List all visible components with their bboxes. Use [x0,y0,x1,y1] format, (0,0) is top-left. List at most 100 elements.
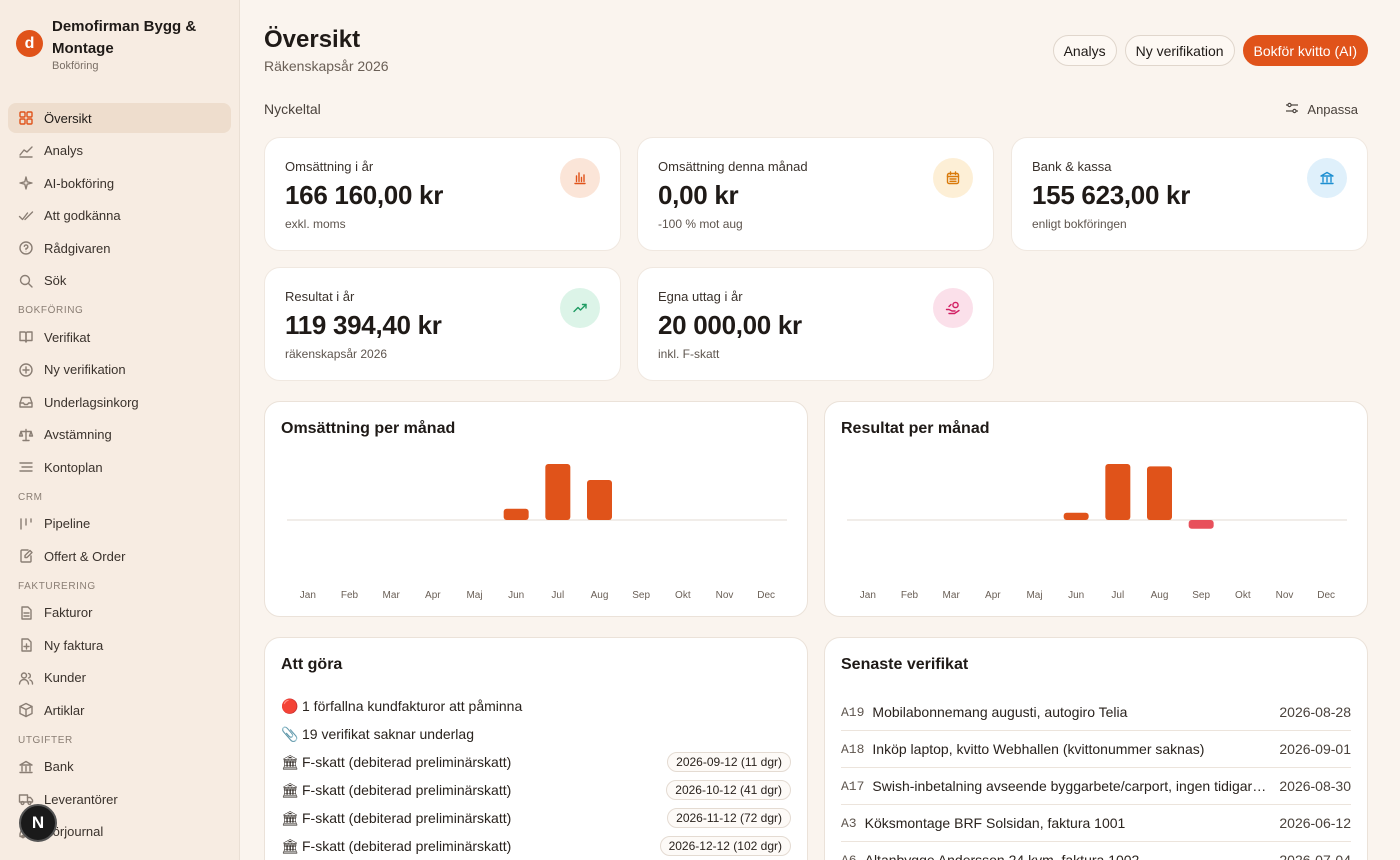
new-verification-button[interactable]: Ny verifikation [1124,35,1235,66]
analys-button[interactable]: Analys [1052,35,1117,66]
sidebar-item-label: Kontoplan [44,459,103,475]
bank-icon: 🏛 [281,753,299,770]
verification-row[interactable]: A17 Swish-inbetalning avseende byggarbete… [841,768,1351,805]
due-date-badge: 2026-09-12 (11 dgr) [667,752,791,772]
sidebar-item-att-godkänna[interactable]: Att godkänna [8,201,231,231]
todo-item[interactable]: 🏛 F-skatt (debiterad preliminärskatt) 2026… [281,748,791,776]
verification-row[interactable]: A6 Altanbygge Andersson 24 kvm, faktura 1… [841,842,1351,860]
bank-icon [18,759,34,775]
bank-icon [1307,158,1347,198]
verification-row[interactable]: A18 Inköp laptop, kvitto Webhallen (kvitt… [841,731,1351,768]
sidebar-item-label: Kunder [44,670,86,685]
sidebar-item-offert-order[interactable]: Offert & Order [8,541,231,571]
todo-item[interactable]: 🔴 1 förfallna kundfakturor att påminna [281,692,791,720]
bank-icon: 🏛 [281,837,299,854]
chart-tick-label: Dec [757,590,775,601]
todo-item[interactable]: 📎 19 verifikat saknar underlag [281,720,791,748]
chart-bar[interactable] [1105,464,1131,520]
sidebar-item-label: Verifikat [44,329,91,345]
sidebar-item-underlagsinkorg[interactable]: Underlagsinkorg [8,387,231,417]
chart-tick-label: Sep [632,590,650,601]
todo-item[interactable]: 🏛 F-skatt (debiterad preliminärskatt) 2026… [281,776,791,804]
kpi-card[interactable]: Egna uttag i år 20 000,00 kr inkl. F-skatt [637,267,994,381]
kpi-card[interactable]: Omsättning i år 166 160,00 kr exkl. moms [264,137,621,251]
assistant-fab-button[interactable]: N [19,804,57,842]
todo-text: 19 verifikat saknar underlag [302,726,474,742]
chart-tick-label: Mar [943,590,961,601]
chart-tick-label: Maj [466,590,482,601]
chart-bar[interactable] [1188,520,1214,529]
box-icon [18,702,34,718]
sidebar-section-heading: UTGIFTER [18,734,73,746]
todo-panel: Att göra 🔴 1 förfallna kundfakturor att p… [264,637,808,860]
todo-text: 1 förfallna kundfakturor att påminna [302,698,523,714]
sidebar-item-ny-verifikation[interactable]: Ny verifikation [8,355,231,385]
sidebar-nav: Översikt Analys AI-bokföring Att godkänna Rå… [8,103,231,849]
verification-date: 2026-07-04 [1279,852,1351,860]
verification-row[interactable]: A3 Köksmontage BRF Solsidan, faktura 1001… [841,805,1351,842]
sidebar-item-artiklar[interactable]: Artiklar [8,695,231,725]
todo-title: Att göra [281,656,343,673]
sidebar-item-fakturor[interactable]: Fakturor [8,598,231,628]
header-actions: Analys Ny verifikation Bokför kvitto (AI… [1052,35,1368,66]
chart-tick-label: Jun [1068,590,1084,601]
users-icon [18,670,34,686]
verification-date: 2026-06-12 [1279,815,1351,831]
sidebar-section-heading: BOKFÖRING [18,305,84,316]
latest-verifications-panel: Senaste verifikat A19 Mobilabonnemang aug… [824,637,1368,860]
sidebar-item-kontoplan[interactable]: Kontoplan [8,452,231,482]
brand-subtitle: Bokföring [52,60,99,72]
verification-id: A19 [841,704,865,720]
sidebar-item-rådgivaren[interactable]: Rådgivaren [8,233,231,263]
verification-list: A19 Mobilabonnemang augusti, autogiro Tel… [841,694,1351,860]
question-icon [18,240,34,256]
red-circle-icon: 🔴 [281,697,299,714]
verification-row[interactable]: A19 Mobilabonnemang augusti, autogiro Tel… [841,694,1351,731]
sidebar-item-bank[interactable]: Bank [8,752,231,782]
document-plus-icon [18,637,34,653]
sidebar-item-avstämning[interactable]: Avstämning [8,420,231,450]
due-date-badge: 2026-10-12 (41 dgr) [666,780,791,800]
verification-text: Inköp laptop, kvitto Webhallen (kvittonu… [872,741,1205,757]
sidebar-item-översikt[interactable]: Översikt [8,103,231,133]
chart-tick-label: Jun [508,590,524,601]
sidebar-item-sök[interactable]: Sök [8,266,231,296]
sidebar-item-pipeline[interactable]: Pipeline [8,509,231,539]
kpi-card[interactable]: Omsättning denna månad 0,00 kr -100 % mot … [637,137,994,251]
sidebar-item-label: Att godkänna [44,208,121,223]
chart-bar[interactable] [1063,512,1089,520]
customize-button[interactable]: Anpassa [1285,101,1358,118]
chart-tick-label: Jul [1111,590,1124,601]
sidebar-item-label: Offert & Order [44,548,126,564]
chart-bar[interactable] [503,508,529,520]
todo-text: F-skatt (debiterad preliminärskatt) [302,754,512,770]
chart-tick-label: Feb [901,590,919,601]
chart-bar[interactable] [1147,466,1172,520]
brand[interactable]: d Demofirman Bygg & Montage Bokföring [0,0,239,96]
chart-bar[interactable] [587,480,612,520]
hand-coins-icon [933,288,973,328]
chart-tick-label: Apr [985,590,1001,601]
chart-bar[interactable] [545,464,571,520]
verification-text: Swish-inbetalning avseende byggarbete/ca… [872,778,1280,794]
verification-id: A18 [841,741,865,757]
result-chart-panel: Resultat per månad Jan Feb Mar Apr Maj Jun Jul… [824,401,1368,617]
bank-icon: 🏛 [281,781,299,798]
kpi-card[interactable]: Resultat i år 119 394,40 kr räkenskapsår 2… [264,267,621,381]
sidebar-item-analys[interactable]: Analys [8,136,231,166]
sidebar-section-heading: FAKTURERING [18,580,96,592]
sidebar-item-label: Bank [44,759,74,774]
kpi-card[interactable]: Bank & kassa 155 623,00 kr enligt bokförin… [1011,137,1368,251]
todo-item[interactable]: 🏛 F-skatt (debiterad preliminärskatt) 2026… [281,832,791,860]
sidebar-item-verifikat[interactable]: Verifikat [8,322,231,352]
main-content: Översikt Räkenskapsår 2026 Analys Ny ver… [240,0,1400,860]
trend-up-icon [560,288,600,328]
kpi-note: räkenskapsår 2026 [285,347,388,361]
sidebar-item-kunder[interactable]: Kunder [8,663,231,693]
kpi-label: Omsättning denna månad [658,159,808,174]
sidebar-item-ai-bokföring[interactable]: AI-bokföring [8,168,231,198]
ai-receipt-button[interactable]: Bokför kvitto (AI) [1242,35,1368,66]
todo-item[interactable]: 🏛 F-skatt (debiterad preliminärskatt) 2026… [281,804,791,832]
revenue-chart: Jan Feb Mar Apr Maj Jun Jul Aug Sep Okt Nov Dec [287,464,787,601]
sidebar-item-ny-faktura[interactable]: Ny faktura [8,630,231,660]
